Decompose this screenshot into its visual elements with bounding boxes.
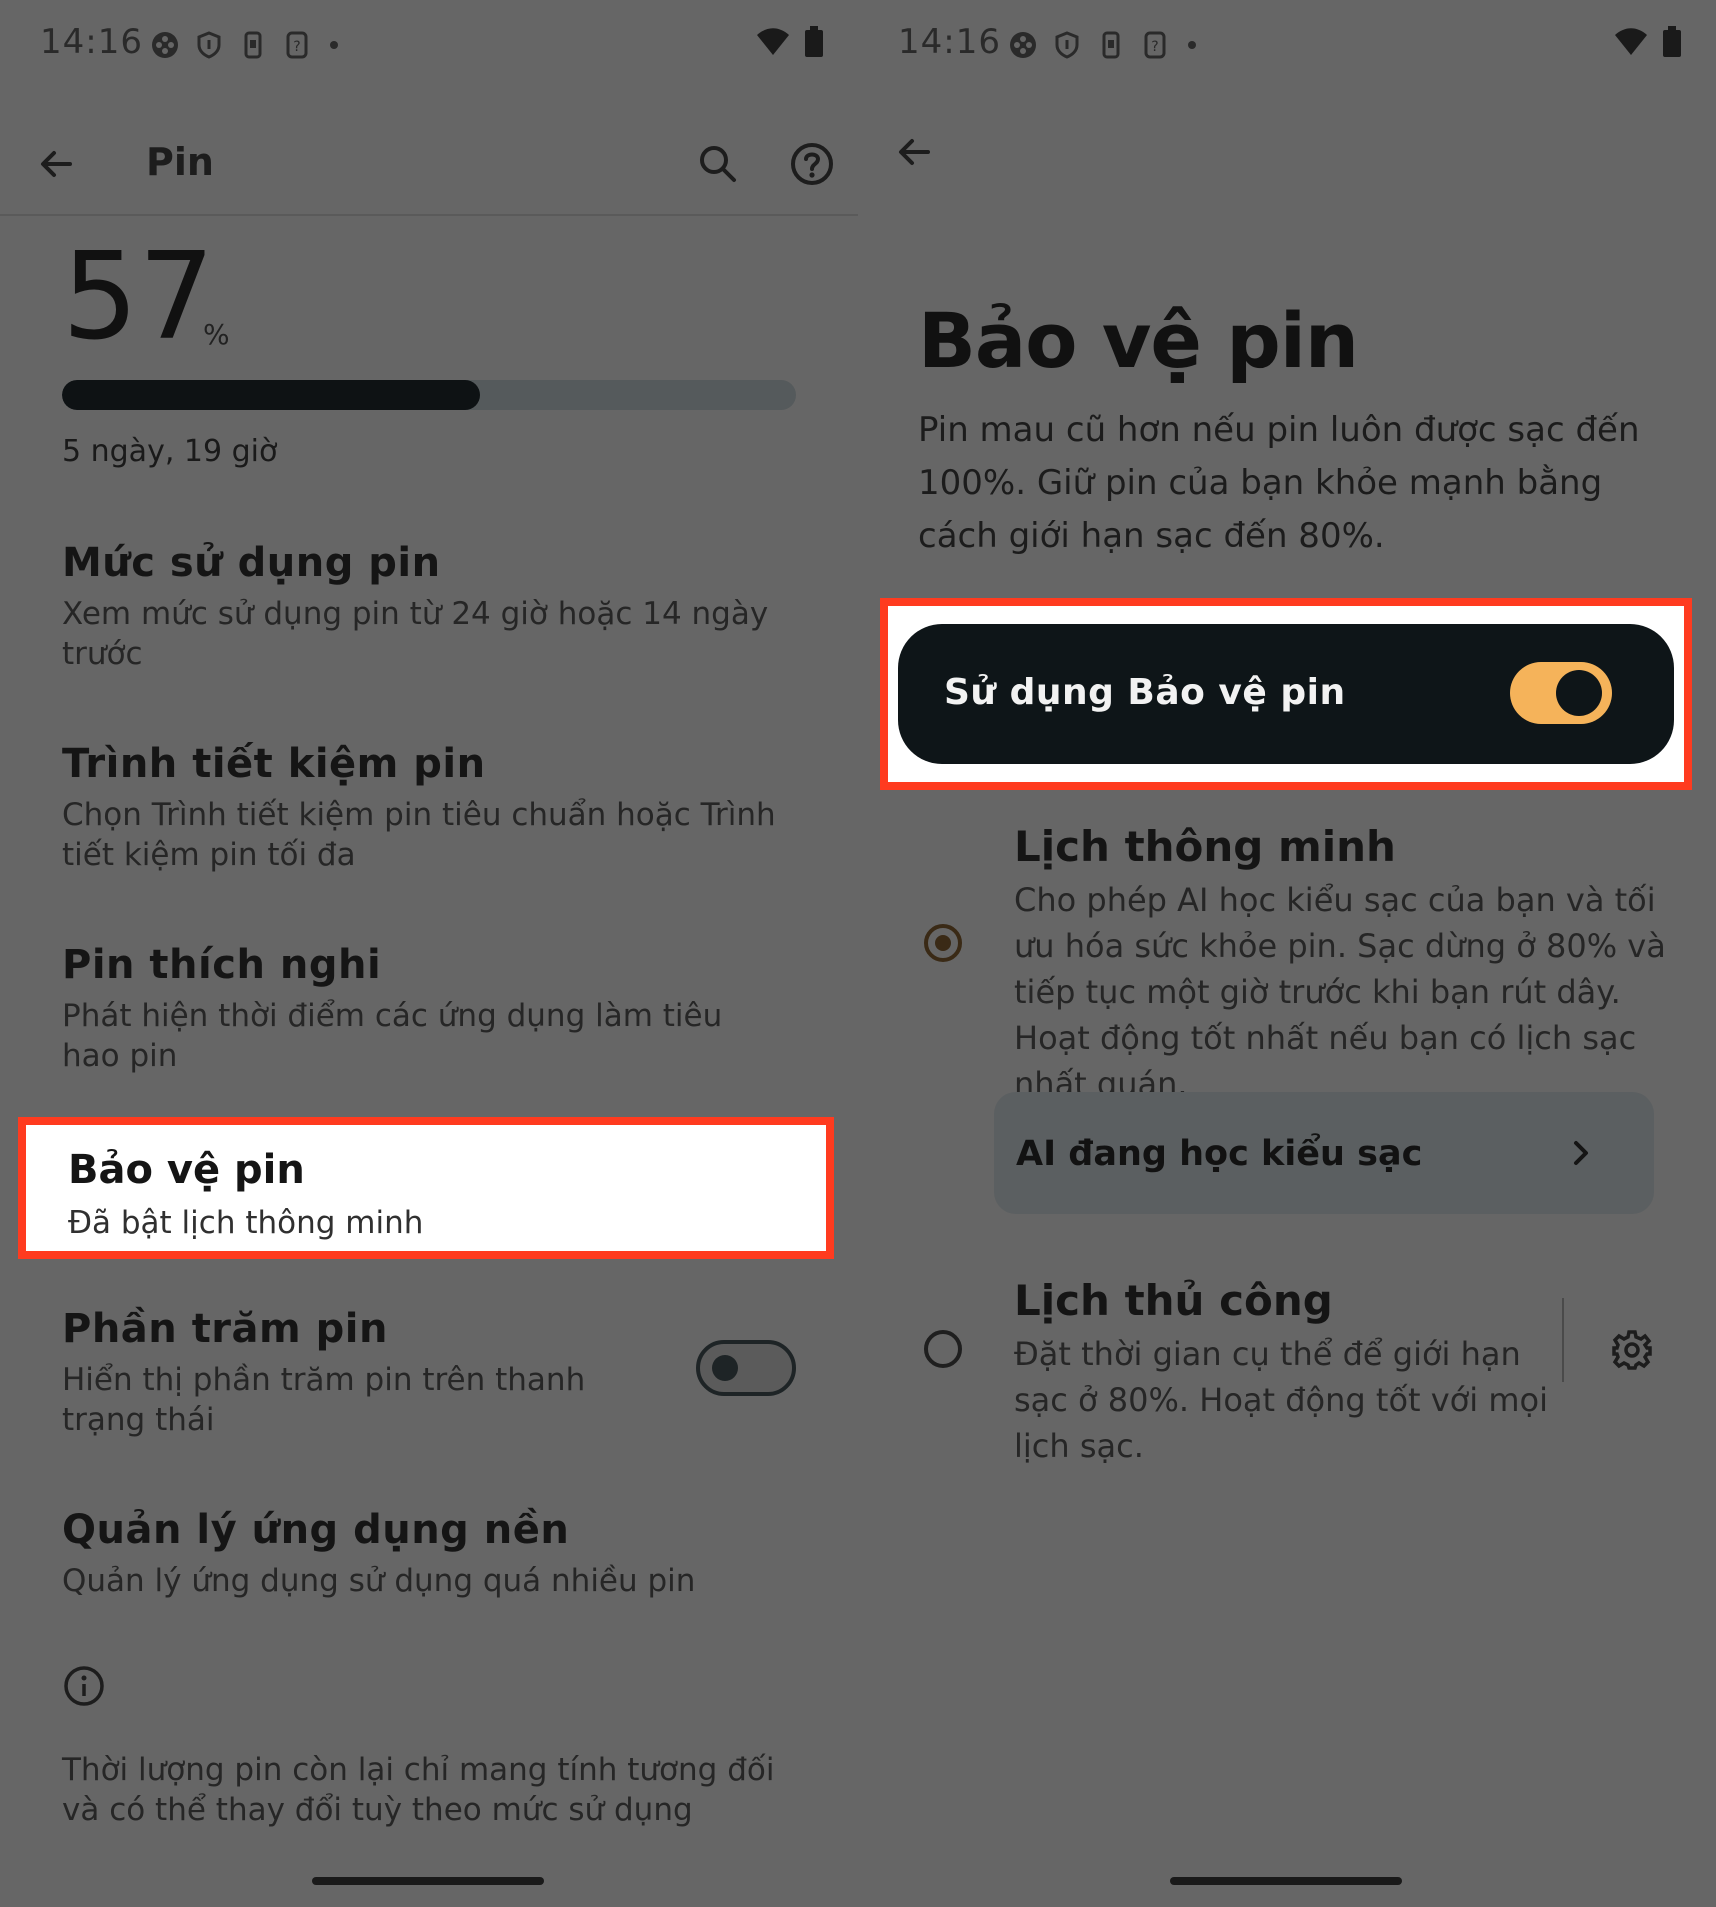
shield-icon: [197, 31, 221, 59]
info-icon: [64, 1666, 104, 1706]
item-subtitle: Quản lý ứng dụng sử dụng quá nhiều pin: [62, 1563, 696, 1599]
item-title: Phần trăm pin: [62, 1306, 388, 1352]
status-bar: 14:16 ?: [858, 0, 1716, 90]
gesture-nav-handle[interactable]: [312, 1877, 544, 1885]
manual-schedule-option[interactable]: Lịch thủ công Đặt thời gian cụ thể để gi…: [1014, 1276, 1554, 1469]
item-subtitle: Xem mức sử dụng pin từ 24 giờ hoặc 14 ng…: [62, 596, 769, 672]
gear-icon[interactable]: [1610, 1328, 1654, 1372]
manual-schedule-radio[interactable]: [924, 1330, 962, 1368]
battery-settings-screen: 14:16 ? Pin 57 % 5 ngày, 19 giờ Mức sử d…: [0, 0, 858, 1907]
battery-percent-unit: %: [203, 318, 230, 351]
status-system-icons: [1614, 26, 1682, 58]
phone-icon: [244, 31, 262, 59]
item-subtitle: Đã bật lịch thông minh: [68, 1205, 424, 1241]
option-title: Lịch thông minh: [1014, 822, 1396, 871]
app-bar: Pin: [0, 118, 858, 212]
status-system-icons: [756, 26, 824, 58]
option-divider: [1562, 1298, 1564, 1382]
svg-text:?: ?: [293, 39, 300, 55]
option-subtitle: Cho phép AI học kiểu sạc của bạn và tối …: [1014, 881, 1666, 1103]
item-title: Trình tiết kiệm pin: [62, 741, 486, 787]
toggle-knob: [1556, 670, 1602, 716]
page-title: Pin: [146, 140, 214, 184]
battery-protection-toggle[interactable]: [1510, 662, 1612, 724]
option-title: Lịch thủ công: [1014, 1276, 1333, 1325]
status-notification-icons: ?: [1008, 28, 1200, 62]
ai-learning-card[interactable]: AI đang học kiểu sạc: [994, 1092, 1654, 1214]
search-icon[interactable]: [696, 142, 740, 186]
battery-level-fill: [62, 380, 481, 410]
sim-unknown-icon: ?: [286, 31, 308, 59]
sim-unknown-icon: ?: [1144, 31, 1166, 59]
game-controller-icon: [152, 32, 178, 58]
battery-usage-item[interactable]: Mức sử dụng pin Xem mức sử dụng pin từ 2…: [62, 540, 782, 674]
status-notification-icons: ?: [150, 28, 342, 62]
wifi-icon: [757, 28, 789, 55]
background-apps-item[interactable]: Quản lý ứng dụng nền Quản lý ứng dụng sử…: [62, 1507, 782, 1601]
page-description: Pin mau cũ hơn nếu pin luôn được sạc đến…: [918, 410, 1640, 556]
wifi-icon: [1615, 28, 1647, 55]
battery-saver-item[interactable]: Trình tiết kiệm pin Chọn Trình tiết kiệm…: [62, 741, 782, 875]
chevron-right-icon: [1574, 1141, 1588, 1165]
battery-protection-item[interactable]: Bảo vệ pin Đã bật lịch thông minh: [18, 1117, 834, 1259]
item-title: Quản lý ứng dụng nền: [62, 1507, 570, 1553]
game-controller-icon: [1010, 32, 1036, 58]
item-subtitle: Phát hiện thời điểm các ứng dụng làm tiê…: [62, 998, 723, 1074]
page-title: Bảo vệ pin: [918, 296, 1359, 385]
back-arrow-icon[interactable]: [892, 130, 936, 174]
battery-protection-screen: 14:16 ? Bảo vệ pin Pin mau cũ hơn nếu pi…: [858, 0, 1716, 1907]
battery-remaining-time: 5 ngày, 19 giờ: [62, 434, 278, 469]
battery-icon: [1663, 26, 1681, 57]
gesture-nav-handle[interactable]: [1170, 1877, 1402, 1885]
back-arrow-icon[interactable]: [34, 142, 78, 186]
master-toggle-highlight: Sử dụng Bảo vệ pin: [880, 598, 1692, 790]
battery-icon: [805, 26, 823, 57]
shield-icon: [1055, 31, 1079, 59]
more-notifications-dot-icon: [330, 41, 338, 49]
smart-schedule-option[interactable]: Lịch thông minh Cho phép AI học kiểu sạc…: [1014, 822, 1694, 1107]
option-subtitle: Đặt thời gian cụ thể để giới hạn sạc ở 8…: [1014, 1335, 1548, 1465]
item-subtitle: Hiển thị phần trăm pin trên thanh trạng …: [62, 1362, 586, 1438]
item-title: Bảo vệ pin: [68, 1147, 305, 1193]
smart-schedule-radio[interactable]: [924, 924, 962, 962]
toggle-knob: [712, 1355, 738, 1381]
use-battery-protection-switch-bar[interactable]: Sử dụng Bảo vệ pin: [898, 624, 1674, 764]
item-title: Pin thích nghi: [62, 942, 382, 988]
item-subtitle: Chọn Trình tiết kiệm pin tiêu chuẩn hoặc…: [62, 797, 776, 873]
status-time: 14:16: [40, 22, 143, 62]
status-time: 14:16: [898, 22, 1001, 62]
more-notifications-dot-icon: [1188, 41, 1196, 49]
battery-percentage-toggle[interactable]: [696, 1340, 796, 1396]
adaptive-battery-item[interactable]: Pin thích nghi Phát hiện thời điểm các ứ…: [62, 942, 782, 1076]
battery-percent: 57: [62, 228, 215, 367]
battery-percentage-item[interactable]: Phần trăm pin Hiển thị phần trăm pin trê…: [62, 1306, 662, 1440]
svg-text:?: ?: [1151, 39, 1158, 55]
help-icon[interactable]: [788, 140, 836, 188]
item-title: Mức sử dụng pin: [62, 540, 441, 586]
battery-level-bar: [62, 380, 796, 410]
battery-estimate-footnote: Thời lượng pin còn lại chỉ mang tính tươ…: [62, 1752, 775, 1828]
status-bar: 14:16 ?: [0, 0, 858, 90]
app-bar-divider: [0, 214, 858, 216]
phone-icon: [1102, 31, 1120, 59]
switch-bar-label: Sử dụng Bảo vệ pin: [944, 672, 1346, 713]
ai-card-label: AI đang học kiểu sạc: [1016, 1134, 1423, 1174]
